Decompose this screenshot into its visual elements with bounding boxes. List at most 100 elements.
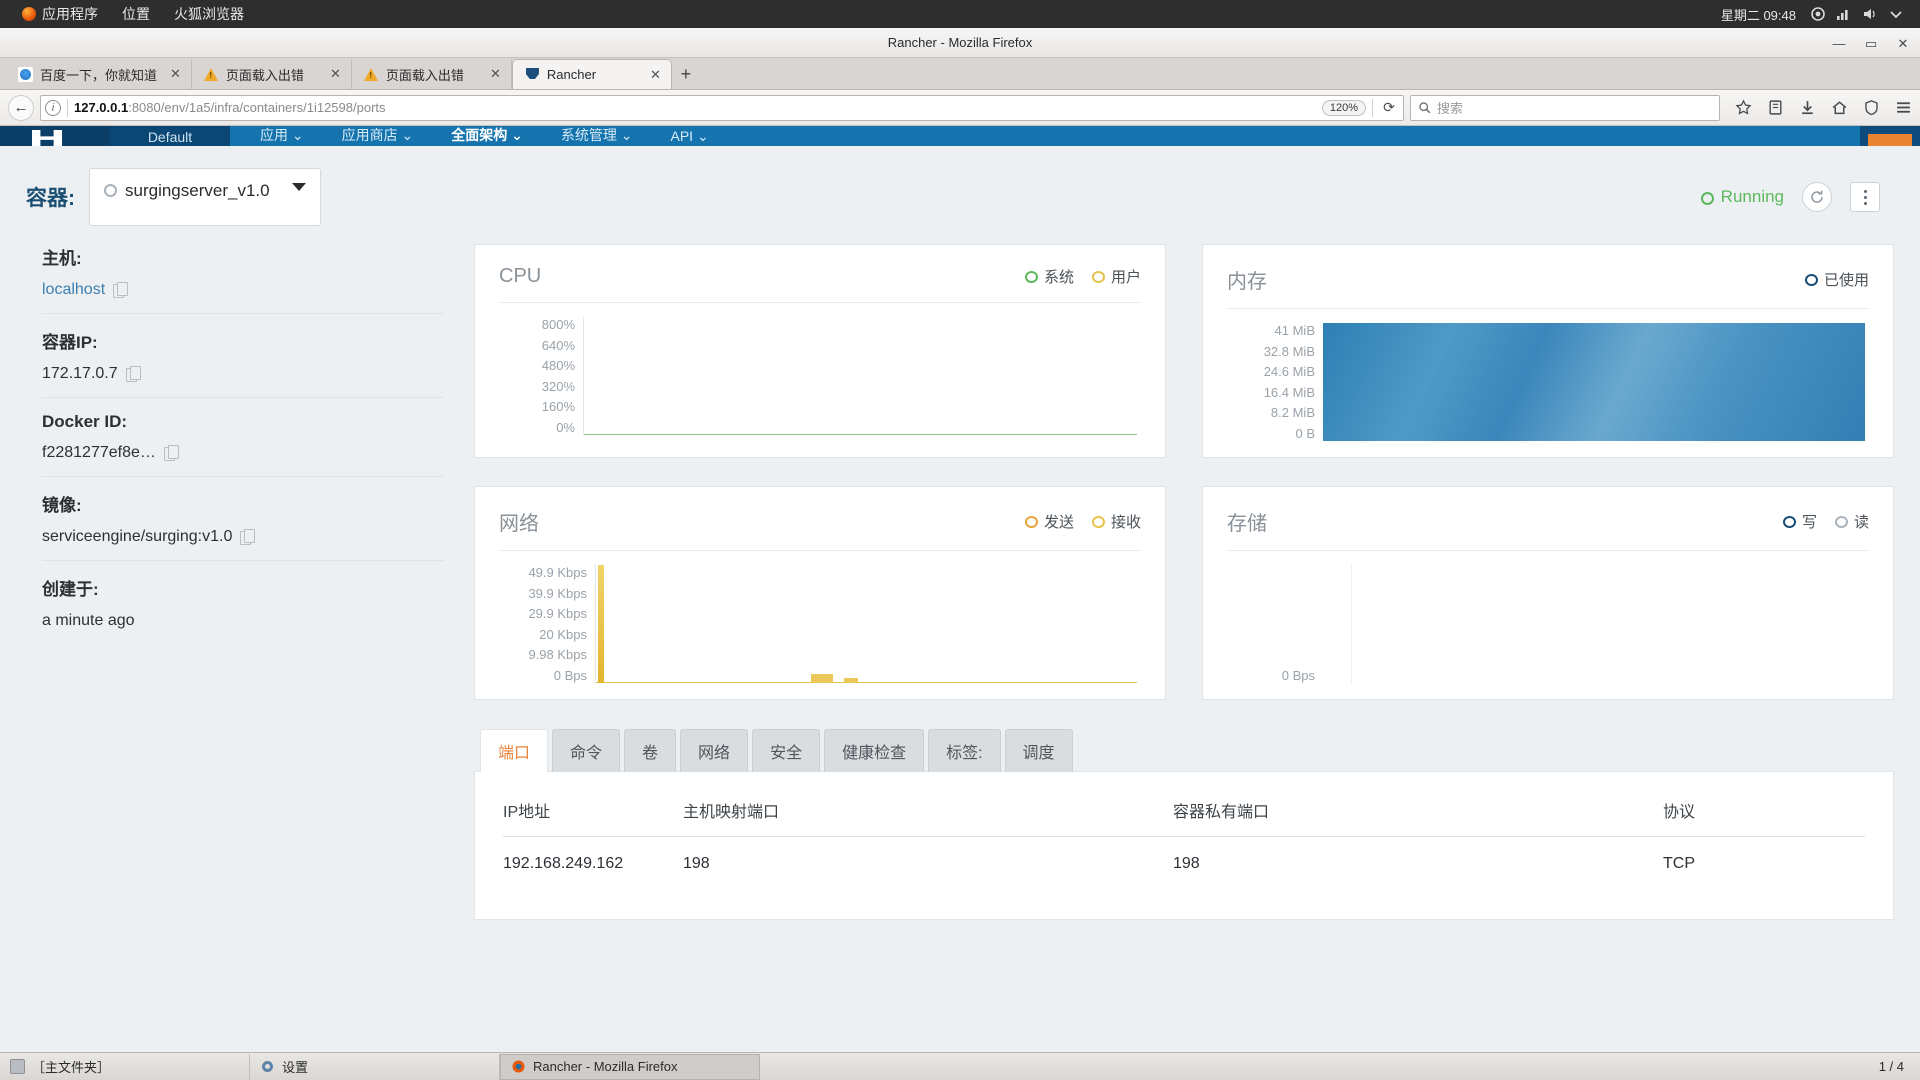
cell-ip: 192.168.249.162 xyxy=(503,855,624,872)
maximize-button[interactable]: ▭ xyxy=(1864,37,1878,50)
tab-health-check[interactable]: 健康检查 xyxy=(824,729,925,772)
taskbar-item-firefox[interactable]: Rancher - Mozilla Firefox xyxy=(500,1053,760,1080)
browser-tab-error-1[interactable]: 页面载入出错 ✕ xyxy=(191,59,352,89)
info-value: 172.17.0.7 xyxy=(42,365,444,383)
storage-legend: 写 读 xyxy=(1782,511,1869,532)
taskbar-label: Rancher - Mozilla Firefox xyxy=(533,1059,678,1074)
download-icon[interactable] xyxy=(1798,99,1816,117)
close-button[interactable]: ✕ xyxy=(1896,37,1910,50)
nav-item-catalog[interactable]: 应用商店 ⌄ xyxy=(342,126,414,146)
tab-volumes[interactable]: 卷 xyxy=(624,729,677,772)
container-dropdown[interactable]: surgingserver_v1.0 xyxy=(89,168,321,226)
browser-tab-rancher[interactable]: Rancher ✕ xyxy=(511,59,672,89)
nav-item-api[interactable]: API ⌄ xyxy=(671,128,709,146)
table-row[interactable]: 192.168.249.162 198 198 TCP xyxy=(503,837,1865,874)
y-tick: 20 Kbps xyxy=(539,626,587,642)
reload-button[interactable]: ⟳ xyxy=(1379,99,1399,116)
url-path: :8080/env/1a5/infra/containers/1i12598/p… xyxy=(128,100,386,115)
menu-icon[interactable] xyxy=(1894,99,1912,117)
legend-swatch-icon xyxy=(1782,515,1796,528)
cpu-plot xyxy=(583,317,1141,435)
tab-networking[interactable]: 网络 xyxy=(680,729,749,772)
refresh-button[interactable] xyxy=(1802,182,1832,212)
legend-item-used[interactable]: 已使用 xyxy=(1804,269,1869,290)
legend-item-system[interactable]: 系统 xyxy=(1024,266,1074,287)
y-tick: 160% xyxy=(541,399,575,415)
tab-scheduling[interactable]: 调度 xyxy=(1004,729,1073,772)
taskbar-item-settings[interactable]: 设置 xyxy=(250,1053,500,1080)
library-icon[interactable] xyxy=(1766,99,1784,117)
info-label: 镜像: xyxy=(42,496,82,515)
ports-tab-panel: IP地址 主机映射端口 容器私有端口 协议 192.168.249.162 19… xyxy=(474,771,1894,920)
window-title: Rancher - Mozilla Firefox xyxy=(887,35,1033,50)
network-baseline xyxy=(596,682,1137,683)
host-link[interactable]: localhost xyxy=(42,281,105,299)
tab-command[interactable]: 命令 xyxy=(552,729,621,772)
kebab-dot xyxy=(1863,195,1867,199)
new-tab-button[interactable]: + xyxy=(672,59,700,89)
tab-ports[interactable]: 端口 xyxy=(480,729,549,772)
tab-close-icon[interactable]: ✕ xyxy=(644,67,661,83)
clock[interactable]: 星期二 09:48 xyxy=(1721,5,1810,24)
gnome-top-panel: 应用程序 位置 火狐浏览器 星期二 09:48 xyxy=(0,0,1920,28)
y-tick: 49.9 Kbps xyxy=(528,565,587,580)
tab-close-icon[interactable]: ✕ xyxy=(164,66,181,82)
table-header-row: IP地址 主机映射端口 容器私有端口 协议 xyxy=(503,798,1865,837)
firefox-icon xyxy=(511,1059,526,1074)
browser-tab-baidu[interactable]: 百度一下，你就知道 ✕ xyxy=(6,59,192,89)
taskbar-item-home-folder[interactable]: ［主文件夹］ xyxy=(0,1053,250,1080)
legend-item-user[interactable]: 用户 xyxy=(1091,266,1141,287)
legend-item-rx[interactable]: 接收 xyxy=(1091,511,1141,532)
gnome-places-menu[interactable]: 位置 xyxy=(110,0,162,28)
network-icon[interactable] xyxy=(1836,6,1852,22)
copy-icon[interactable] xyxy=(240,529,256,545)
page-info-icon[interactable]: i xyxy=(45,99,61,116)
gnome-firefox-menu[interactable]: 火狐浏览器 xyxy=(162,0,256,28)
tab-security[interactable]: 安全 xyxy=(752,729,821,772)
column-header-host-port: 主机映射端口 xyxy=(683,798,1173,837)
nav-item-infrastructure[interactable]: 全面架构 ⌄ xyxy=(451,126,523,146)
memory-plot xyxy=(1323,323,1869,441)
home-icon[interactable] xyxy=(1830,99,1848,117)
tab-label: 页面载入出错 xyxy=(225,67,304,83)
network-chart-card: 网络 发送 接收 49.9 Kbps 39.9 Kbps 29.9 Kbps 2… xyxy=(474,486,1166,700)
minimize-button[interactable]: — xyxy=(1832,37,1846,50)
tab-close-icon[interactable]: ✕ xyxy=(324,66,341,82)
legend-item-read[interactable]: 读 xyxy=(1834,511,1869,532)
shield-icon[interactable] xyxy=(1862,99,1880,117)
y-tick: 0% xyxy=(556,419,575,435)
copy-icon[interactable] xyxy=(113,282,129,298)
rancher-logo-icon[interactable] xyxy=(0,126,110,146)
url-bar[interactable]: i 127.0.0.1:8080/env/1a5/infra/container… xyxy=(40,94,1404,121)
y-tick: 16.4 MiB xyxy=(1263,384,1315,400)
status-label: Running xyxy=(1720,187,1784,206)
zoom-level-button[interactable]: 120% xyxy=(1321,99,1366,116)
column-header-ip: IP地址 xyxy=(503,798,683,837)
tab-labels[interactable]: 标签: xyxy=(928,729,1001,772)
info-value: a minute ago xyxy=(42,612,444,630)
window-controls: — ▭ ✕ xyxy=(1832,28,1910,58)
search-icon xyxy=(1419,102,1431,114)
copy-icon[interactable] xyxy=(125,366,141,382)
tab-close-icon[interactable]: ✕ xyxy=(484,66,501,82)
browser-tab-error-2[interactable]: 页面载入出错 ✕ xyxy=(351,59,512,89)
container-actions-menu[interactable] xyxy=(1850,182,1880,212)
bookmark-star-icon[interactable] xyxy=(1734,99,1752,117)
circle-arrow-icon xyxy=(1811,190,1823,203)
kebab-dot xyxy=(1863,201,1867,205)
nav-item-apps[interactable]: 应用 ⌄ xyxy=(260,126,304,146)
environment-selector[interactable]: Default xyxy=(110,126,230,146)
nav-item-admin[interactable]: 系统管理 ⌄ xyxy=(561,126,633,146)
gnome-applications-menu[interactable]: 应用程序 xyxy=(10,0,110,28)
y-tick: 800% xyxy=(541,317,575,332)
search-bar[interactable]: 搜索 xyxy=(1410,94,1720,121)
back-button[interactable]: ← xyxy=(8,94,34,121)
copy-icon[interactable] xyxy=(163,445,179,461)
legend-item-write[interactable]: 写 xyxy=(1782,511,1817,532)
volume-icon[interactable] xyxy=(1862,6,1878,22)
workspace-indicator[interactable]: 1 / 4 xyxy=(1879,1059,1920,1074)
record-icon[interactable] xyxy=(1810,6,1826,22)
legend-item-tx[interactable]: 发送 xyxy=(1024,511,1074,532)
power-chevron-icon[interactable] xyxy=(1888,6,1904,22)
info-label: 主机: xyxy=(42,249,82,268)
